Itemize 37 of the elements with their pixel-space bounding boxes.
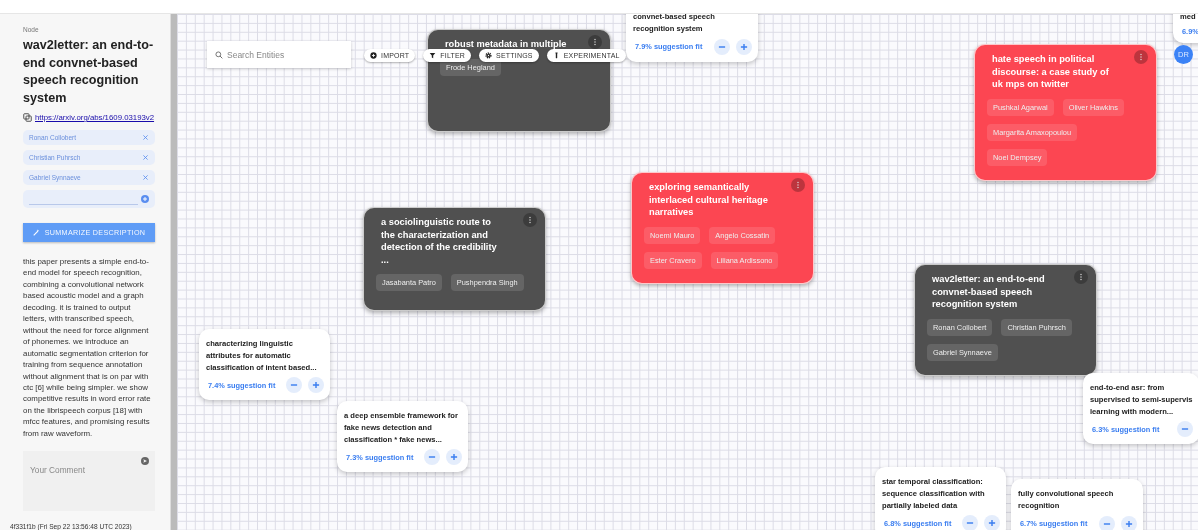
- node-title: wav2letter: an end-to-end convnet-based speech recognition system: [932, 273, 1046, 311]
- add-icon[interactable]: [141, 195, 149, 203]
- send-icon[interactable]: [141, 457, 149, 466]
- wand-icon: [32, 229, 40, 236]
- minus-button[interactable]: [962, 515, 978, 530]
- node-title: wav2letter: an end-to-end convnet-based speech recognition system: [23, 37, 155, 107]
- plus-button[interactable]: [1121, 515, 1137, 530]
- minus-button[interactable]: [1099, 515, 1115, 530]
- node-title: robust metadata in multiple: [445, 38, 568, 51]
- plus-circle-icon: [370, 52, 377, 59]
- minus-button[interactable]: [1177, 421, 1193, 438]
- close-icon[interactable]: [142, 134, 149, 141]
- copy-icon[interactable]: [23, 113, 32, 122]
- plus-button[interactable]: [736, 38, 752, 55]
- node-title: hate speech in political discourse: a case study of uk mps on twitter: [992, 53, 1110, 91]
- more-icon[interactable]: [791, 178, 805, 192]
- more-icon[interactable]: [1074, 270, 1088, 284]
- minus-button[interactable]: [286, 377, 302, 394]
- filter-icon: [429, 52, 437, 59]
- scrollbar[interactable]: [170, 14, 177, 530]
- search-field[interactable]: Search Entities: [207, 41, 351, 68]
- close-icon[interactable]: [142, 174, 149, 181]
- minus-button[interactable]: [714, 38, 730, 55]
- plus-button[interactable]: [446, 449, 462, 466]
- close-icon[interactable]: [142, 154, 149, 161]
- comment-placeholder: Your Comment: [30, 465, 86, 476]
- node-title: exploring semantically interlaced cultural heritage narratives: [649, 181, 769, 219]
- search-icon: [215, 50, 223, 59]
- settings-icon: [485, 52, 493, 59]
- plus-button[interactable]: [984, 515, 1000, 530]
- author-input-field[interactable]: [23, 190, 155, 208]
- more-icon[interactable]: [588, 35, 602, 49]
- more-icon[interactable]: [523, 213, 537, 227]
- node-title: a sociolinguistic route to the characterization and detection of the credibility ...: [381, 216, 498, 267]
- more-icon[interactable]: [1134, 50, 1148, 64]
- plus-button[interactable]: [308, 377, 324, 394]
- minus-button[interactable]: [424, 449, 440, 466]
